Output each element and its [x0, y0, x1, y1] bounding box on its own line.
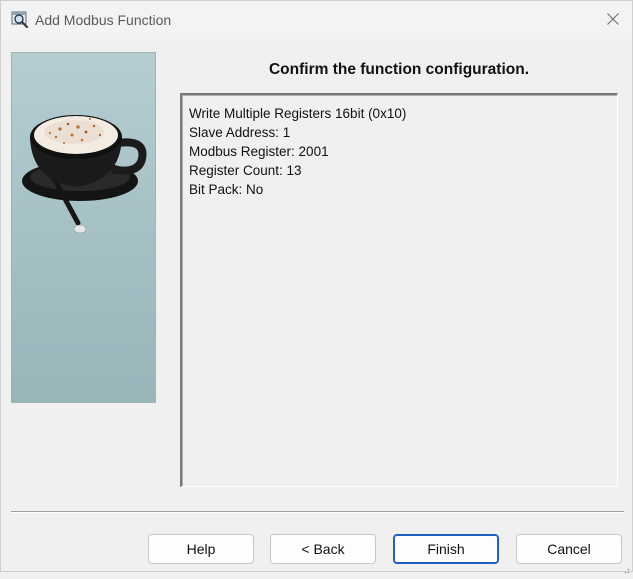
resize-grip-icon[interactable] — [622, 561, 630, 574]
summary-line-function: Write Multiple Registers 16bit (0x10) — [189, 106, 407, 121]
cancel-button[interactable]: Cancel — [516, 534, 622, 564]
summary-line-register-count: Register Count: 13 — [189, 163, 302, 178]
close-button[interactable] — [597, 7, 629, 35]
window-title: Add Modbus Function — [35, 12, 172, 28]
summary-line-modbus-register: Modbus Register: 2001 — [189, 144, 329, 159]
back-button[interactable]: < Back — [270, 534, 376, 564]
finish-button[interactable]: Finish — [393, 534, 499, 564]
help-button[interactable]: Help — [148, 534, 254, 564]
summary-line-slave-address: Slave Address: 1 — [189, 125, 291, 140]
dialog-window: Add Modbus Function Confirm the function… — [0, 0, 633, 574]
close-icon — [606, 12, 620, 31]
magnifier-window-icon — [11, 10, 29, 29]
coffee-cup-illustration — [22, 115, 147, 234]
wizard-side-image — [11, 52, 156, 403]
page-heading: Confirm the function configuration. — [268, 61, 530, 78]
button-separator — [11, 511, 624, 513]
title-bar[interactable]: Add Modbus Function — [1, 1, 632, 39]
summary-line-bit-pack: Bit Pack: No — [189, 182, 264, 197]
configuration-summary[interactable]: Write Multiple Registers 16bit (0x10) Sl… — [180, 93, 618, 487]
